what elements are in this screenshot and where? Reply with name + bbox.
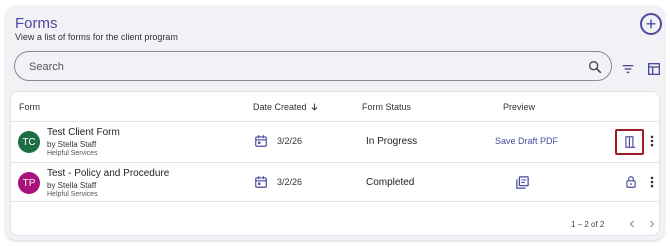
open-form-button[interactable] — [615, 129, 644, 155]
column-header-form-status: Form Status — [362, 102, 412, 112]
date-created: 3/2/26 — [277, 136, 303, 146]
avatar: TC — [18, 131, 40, 153]
calendar-icon — [255, 176, 267, 188]
pagination-range: 1 – 2 of 2 — [571, 220, 605, 229]
lock-icon[interactable] — [624, 175, 638, 189]
plus-circle-icon: + — [645, 14, 657, 34]
form-status: Completed — [366, 177, 415, 188]
form-name[interactable]: Test - Policy and Procedure — [47, 168, 169, 179]
form-organization: Helpful Services — [47, 191, 98, 198]
more-vertical-icon[interactable] — [647, 134, 657, 148]
forms-table: Form Date Created Form Status Preview TC… — [10, 91, 660, 236]
form-author: by Stella Staff — [47, 181, 97, 190]
filter-icon[interactable] — [620, 61, 636, 77]
search-input[interactable] — [29, 58, 569, 76]
avatar: TP — [18, 172, 40, 194]
chevron-left-icon[interactable] — [627, 218, 637, 230]
form-author: by Stella Staff — [47, 140, 97, 149]
form-status: In Progress — [366, 136, 418, 147]
calendar-icon — [255, 135, 267, 147]
table-row[interactable]: TP Test - Policy and Procedure by Stella… — [11, 162, 659, 202]
add-form-button[interactable]: + — [640, 13, 662, 35]
open-form-icon — [624, 136, 635, 148]
pdf-preview-icon[interactable] — [515, 175, 530, 190]
date-created: 3/2/26 — [277, 177, 303, 187]
page-title: Forms — [15, 15, 58, 32]
more-vertical-icon[interactable] — [647, 175, 657, 189]
column-header-date-label: Date Created — [253, 102, 307, 112]
form-organization: Helpful Services — [47, 150, 98, 157]
save-draft-pdf-link[interactable]: Save Draft PDF — [495, 136, 558, 146]
column-header-date-created[interactable]: Date Created — [253, 102, 319, 112]
table-row[interactable]: TC Test Client Form by Stella Staff Help… — [11, 121, 659, 161]
arrow-down-icon — [311, 103, 317, 111]
form-name[interactable]: Test Client Form — [47, 127, 120, 138]
search-icon[interactable] — [587, 59, 603, 75]
chevron-right-icon[interactable] — [647, 218, 657, 230]
forms-panel: Forms View a list of forms for the clien… — [6, 6, 664, 240]
search-field[interactable] — [14, 51, 612, 81]
column-header-preview: Preview — [503, 102, 536, 112]
table-columns-icon[interactable] — [646, 61, 662, 77]
page-subtitle: View a list of forms for the client prog… — [15, 32, 178, 42]
column-header-form[interactable]: Form — [19, 102, 40, 112]
